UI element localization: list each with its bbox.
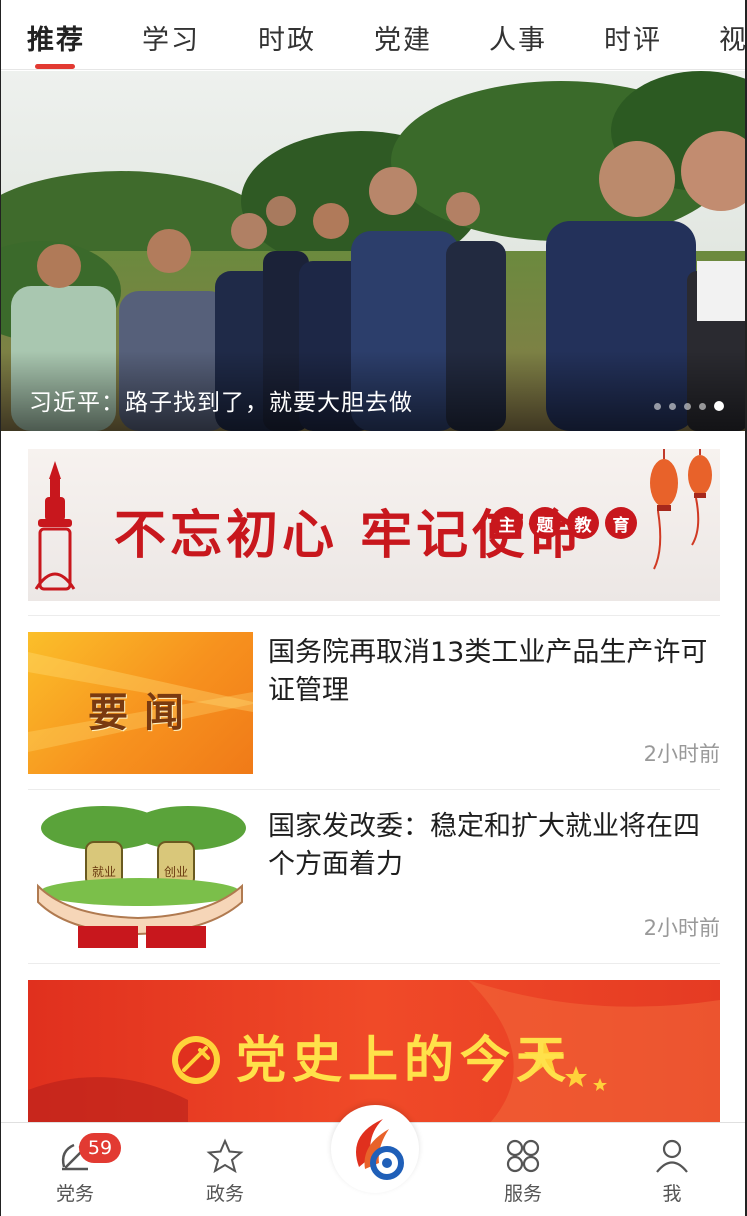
news-timestamp: 2小时前 [643, 742, 720, 766]
news-item[interactable]: 就业 创业 国家发改委：稳定和扩大就业将在四个方面着力 2小时前 [28, 806, 720, 966]
nav-item-me[interactable]: 我 [632, 1137, 712, 1206]
center-home-button[interactable] [331, 1105, 419, 1193]
divider [28, 615, 720, 616]
star-outline-icon [206, 1138, 244, 1174]
badge-char: 教 [567, 507, 599, 539]
tree-label-left: 就业 [92, 865, 116, 879]
theme-badges: 主 题 教 育 [491, 507, 637, 539]
tab-party-building[interactable]: 党建 [374, 18, 432, 57]
carousel-dot [669, 402, 676, 410]
tab-politics[interactable]: 时政 [258, 18, 316, 57]
badge-char: 育 [605, 507, 637, 539]
hero-carousel[interactable]: 习近平：路子找到了，就要大胆去做 [1, 71, 745, 431]
carousel-dot [654, 402, 661, 410]
carousel-indicator [654, 401, 724, 411]
divider [28, 789, 720, 790]
hero-caption: 习近平：路子找到了，就要大胆去做 [29, 390, 413, 416]
thumbnail-label: 要闻 [88, 689, 200, 736]
employment-illustration: 就业 创业 [37, 806, 246, 948]
carousel-dot [684, 402, 691, 410]
notification-badge: 59 [79, 1133, 121, 1163]
news-item[interactable]: 要闻 国务院再取消13类工业产品生产许可证管理 2小时前 [28, 632, 720, 792]
carousel-dot [699, 402, 706, 410]
tab-personnel[interactable]: 人事 [489, 18, 547, 57]
tab-commentary[interactable]: 时评 [604, 18, 662, 57]
nav-label: 党务 [55, 1183, 94, 1205]
nav-label: 政务 [205, 1183, 244, 1205]
active-tab-indicator [35, 64, 75, 69]
tab-recommend[interactable]: 推荐 [27, 18, 85, 57]
tab-video[interactable]: 视 [719, 18, 745, 57]
tree-label-right: 创业 [164, 865, 188, 879]
news-thumbnail: 就业 创业 [28, 806, 253, 948]
news-title: 国家发改委：稳定和扩大就业将在四个方面着力 [268, 811, 700, 880]
theme-education-banner[interactable]: 不忘初心 牢记使命 主 题 教 育 [28, 449, 720, 601]
person-icon [656, 1139, 688, 1173]
app-screen: 推荐 学习 时政 党建 人事 时评 视 习近平：路子找到了，就要大胆去做 不忘初… [0, 0, 747, 1216]
news-timestamp: 2小时前 [643, 916, 720, 940]
grid-clover-icon [506, 1139, 540, 1173]
news-title: 国务院再取消13类工业产品生产许可证管理 [268, 637, 708, 706]
banner-title: 党史上的今天 [236, 1030, 572, 1089]
nav-item-government-affairs[interactable]: 政务 [185, 1137, 265, 1206]
carousel-dot-active [714, 401, 724, 411]
party-history-banner[interactable]: 党史上的今天 [28, 980, 720, 1125]
news-thumbnail: 要闻 [28, 632, 253, 774]
bottom-nav-bar: 党务 59 政务 服务 我 [1, 1105, 745, 1216]
channel-tab-bar[interactable]: 推荐 学习 时政 党建 人事 时评 视 [1, 0, 745, 70]
badge-char: 主 [491, 507, 523, 539]
nav-item-party-affairs[interactable]: 党务 59 [35, 1133, 121, 1206]
nav-label: 我 [662, 1183, 682, 1205]
app-logo-icon [356, 1119, 404, 1180]
tab-study[interactable]: 学习 [142, 18, 200, 57]
divider [28, 963, 720, 964]
nav-label: 服务 [503, 1183, 542, 1205]
badge-char: 题 [529, 507, 561, 539]
nav-item-services[interactable]: 服务 [483, 1137, 563, 1206]
